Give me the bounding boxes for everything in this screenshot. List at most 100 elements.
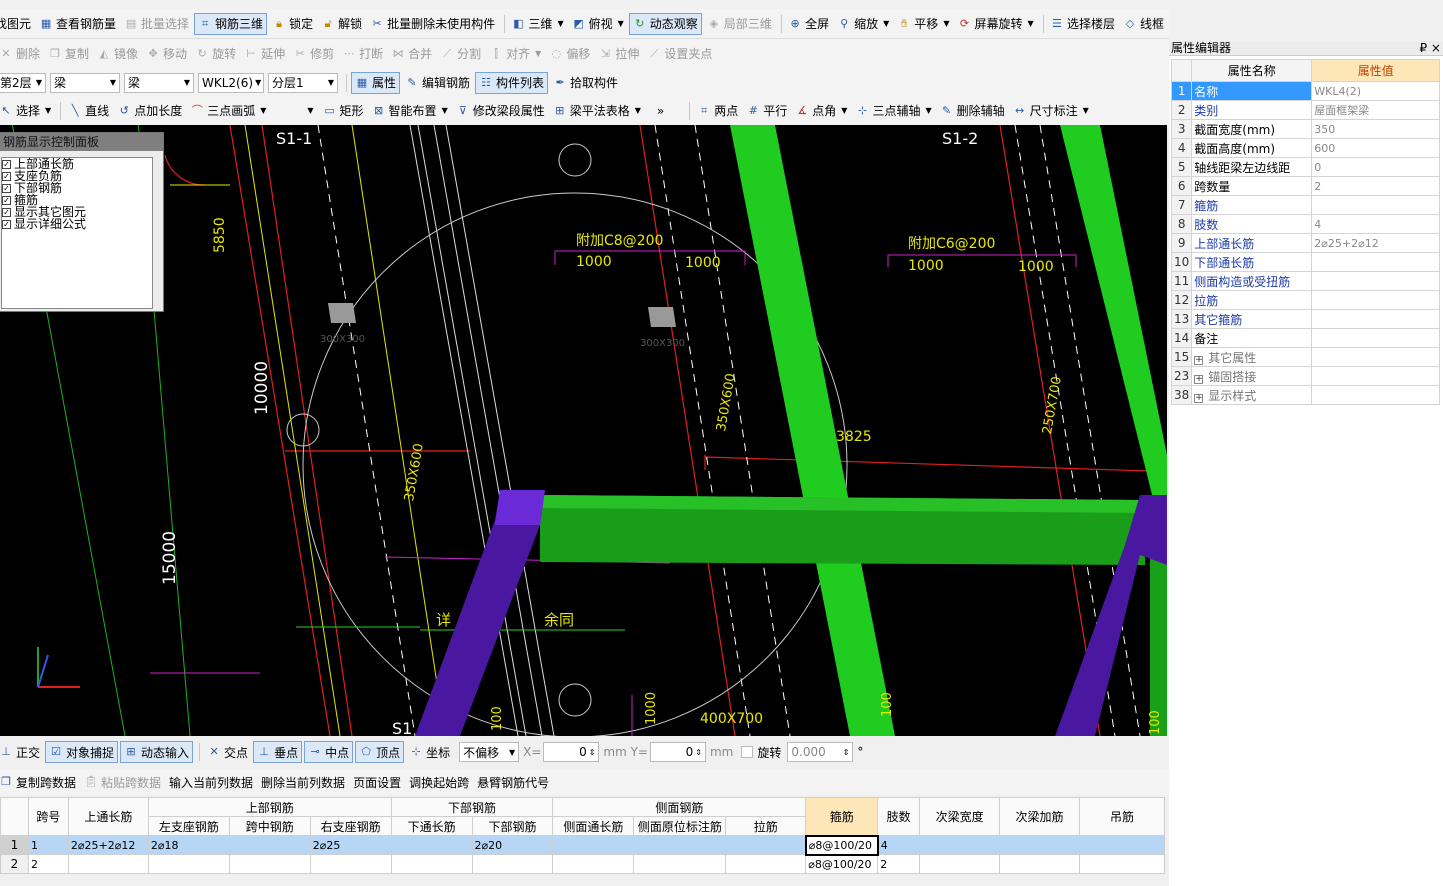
layer-select[interactable]: 分层1 ▼: [268, 72, 338, 93]
property-group-anchor[interactable]: 23 + 锚固搭接: [1170, 366, 1441, 386]
property-row-category[interactable]: 2 类别 屋面框架梁: [1170, 100, 1441, 120]
property-row-tie[interactable]: 12 拉筋: [1170, 290, 1441, 310]
col-tie[interactable]: 拉筋: [725, 816, 807, 836]
property-row-offset[interactable]: 5 轴线距梁左边线距 0: [1170, 157, 1441, 177]
property-row-side-rebar[interactable]: 11 侧面构造或受扭筋: [1170, 271, 1441, 291]
view-3d-button[interactable]: ◧ 三维 ▼: [508, 13, 566, 35]
property-value[interactable]: [1311, 290, 1441, 310]
edit-rebar-button[interactable]: ✎ 编辑钢筋: [402, 72, 473, 94]
property-value[interactable]: 350: [1311, 119, 1441, 139]
move-button[interactable]: ✥ 移动: [143, 43, 190, 65]
batch-delete-unused-button[interactable]: ✂ 批量删除未使用构件: [367, 13, 498, 35]
merge-button[interactable]: ⋈ 合并: [388, 43, 435, 65]
checkbox-show-formula[interactable]: ✓ 显示详细公式: [2, 218, 152, 230]
trim-button[interactable]: ✂ 修剪: [290, 43, 337, 65]
paste-span-data-button[interactable]: 📋︎ 粘贴跨数据: [81, 771, 164, 793]
expand-icon[interactable]: +: [1194, 355, 1204, 365]
cell[interactable]: [471, 854, 554, 874]
cell[interactable]: 2⌀18: [147, 835, 230, 855]
mirror-button[interactable]: ◭ 镜像: [94, 43, 141, 65]
local-3d-button[interactable]: ◈ 局部三维: [704, 13, 775, 35]
dimension-button[interactable]: ↔ 尺寸标注 ▼: [1010, 100, 1092, 122]
row-number[interactable]: 1: [0, 835, 29, 855]
two-point-axis-button[interactable]: ⌗ 两点: [694, 100, 741, 122]
unlock-button[interactable]: 🔓︎ 解锁: [318, 13, 365, 35]
cell[interactable]: [390, 835, 473, 855]
property-group-display[interactable]: 38 + 显示样式: [1170, 385, 1441, 405]
property-row-remark[interactable]: 14 备注: [1170, 328, 1441, 348]
table-row[interactable]: 1 1 2⌀25+2⌀12 2⌀18 2⌀25 2⌀20 ⌀8@100/20 4: [0, 834, 1165, 856]
stretch-button[interactable]: ⇲ 拉伸: [595, 43, 642, 65]
property-value[interactable]: WKL4(2): [1311, 81, 1441, 101]
vertex-button[interactable]: ⬠ 顶点: [355, 741, 405, 763]
cell[interactable]: [999, 835, 1080, 855]
property-row-spans[interactable]: 6 跨数量 2: [1170, 176, 1441, 196]
offset-select[interactable]: 不偏移 ▼: [459, 742, 520, 762]
rebar-3d-button[interactable]: ⌗ 钢筋三维: [194, 12, 268, 35]
select-floor-button[interactable]: ☰ 选择楼层: [1047, 13, 1118, 35]
three-point-arc-button[interactable]: ⌒ 三点画弧 ▼: [187, 100, 269, 122]
property-value[interactable]: [1311, 328, 1441, 348]
wireframe-button[interactable]: ◇ 线框: [1120, 13, 1167, 35]
rotate-checkbox[interactable]: [741, 746, 754, 758]
cell[interactable]: 1: [27, 835, 69, 855]
midpoint-button[interactable]: ⊸ 中点: [304, 741, 354, 763]
property-row-legs[interactable]: 8 肢数 4: [1170, 214, 1441, 234]
type-select[interactable]: 梁 ▼: [124, 72, 194, 93]
property-value[interactable]: 4: [1311, 214, 1441, 234]
set-grip-button[interactable]: ⟋ 设置夹点: [644, 43, 715, 65]
cell[interactable]: [67, 854, 149, 874]
col-legs[interactable]: 肢数: [877, 797, 921, 836]
col-secondary-rebar[interactable]: 次梁加筋: [999, 797, 1080, 836]
screen-rotate-button[interactable]: ⟳ 屏幕旋转 ▼: [954, 13, 1036, 35]
cell[interactable]: [919, 854, 1001, 874]
rotate-button[interactable]: ↻ 旋转: [192, 43, 239, 65]
property-value[interactable]: [1311, 309, 1441, 329]
property-value[interactable]: 600: [1311, 138, 1441, 158]
drawing-canvas[interactable]: S1-1 S1-2 S1 5850 10000 15000 附加C8@200 附…: [0, 125, 1167, 736]
extend-button[interactable]: ⊢ 延伸: [241, 43, 288, 65]
property-row-other-stirrup[interactable]: 13 其它箍筋: [1170, 309, 1441, 329]
property-row-height[interactable]: 4 截面高度(mm) 600: [1170, 138, 1441, 158]
y-input[interactable]: 0 ⇕: [649, 742, 706, 762]
find-element-button[interactable]: 找图元: [0, 13, 34, 35]
cell[interactable]: [725, 854, 807, 874]
cell[interactable]: 4: [877, 835, 921, 855]
property-value[interactable]: 2⌀25+2⌀12: [1311, 233, 1441, 253]
split-button[interactable]: ⟋ 分割: [437, 43, 484, 65]
point-angle-button[interactable]: ∡ 点角 ▼: [792, 100, 850, 122]
property-value[interactable]: [1311, 271, 1441, 291]
expand-icon[interactable]: +: [1194, 374, 1204, 384]
col-bottom-rebar[interactable]: 下部钢筋: [471, 816, 554, 836]
component-select[interactable]: WKL2(6) ▼: [198, 72, 264, 93]
cell[interactable]: 2⌀25: [309, 835, 392, 855]
delete-button[interactable]: ✕ 删除: [0, 43, 43, 65]
property-group-other[interactable]: 15 + 其它属性: [1170, 347, 1441, 367]
category-select[interactable]: 梁 ▼: [50, 72, 120, 93]
cell[interactable]: 2⌀25+2⌀12: [67, 835, 149, 855]
copy-span-data-button[interactable]: ❐ 复制跨数据: [0, 771, 79, 793]
col-right-support[interactable]: 右支座钢筋: [309, 816, 392, 836]
expand-icon[interactable]: +: [1194, 393, 1204, 403]
col-left-support[interactable]: 左支座钢筋: [147, 816, 230, 836]
cell[interactable]: 2⌀20: [471, 835, 554, 855]
cell[interactable]: [999, 854, 1080, 874]
delete-column-data-button[interactable]: 删除当前列数据: [258, 771, 348, 793]
col-side-through[interactable]: 侧面通长筋: [552, 816, 635, 836]
col-side-in-situ[interactable]: 侧面原位标注筋: [633, 816, 727, 836]
cell[interactable]: [633, 835, 727, 855]
cell[interactable]: ⌀8@100/20: [805, 854, 879, 874]
cell[interactable]: [309, 854, 392, 874]
cell[interactable]: [725, 835, 807, 855]
cell-stirrup-active[interactable]: ⌀8@100/20: [804, 834, 879, 856]
dynamic-input-button[interactable]: ⊞ 动态输入: [120, 741, 194, 763]
intersection-button[interactable]: ✕ 交点: [204, 741, 251, 763]
pan-button[interactable]: ✋︎ 平移 ▼: [894, 13, 952, 35]
pin-close-icon[interactable]: ₽ ×: [1419, 41, 1441, 55]
rectangle-button[interactable]: ▭ 矩形: [320, 100, 367, 122]
swap-start-span-button[interactable]: 调换起始跨: [406, 771, 472, 793]
dropdown-arrow-icon[interactable]: ▼: [307, 106, 313, 115]
cell[interactable]: 2: [27, 854, 69, 874]
col-hanger[interactable]: 吊筋: [1079, 797, 1165, 836]
modify-beam-segment-button[interactable]: ⊽ 修改梁段属性: [453, 100, 548, 122]
